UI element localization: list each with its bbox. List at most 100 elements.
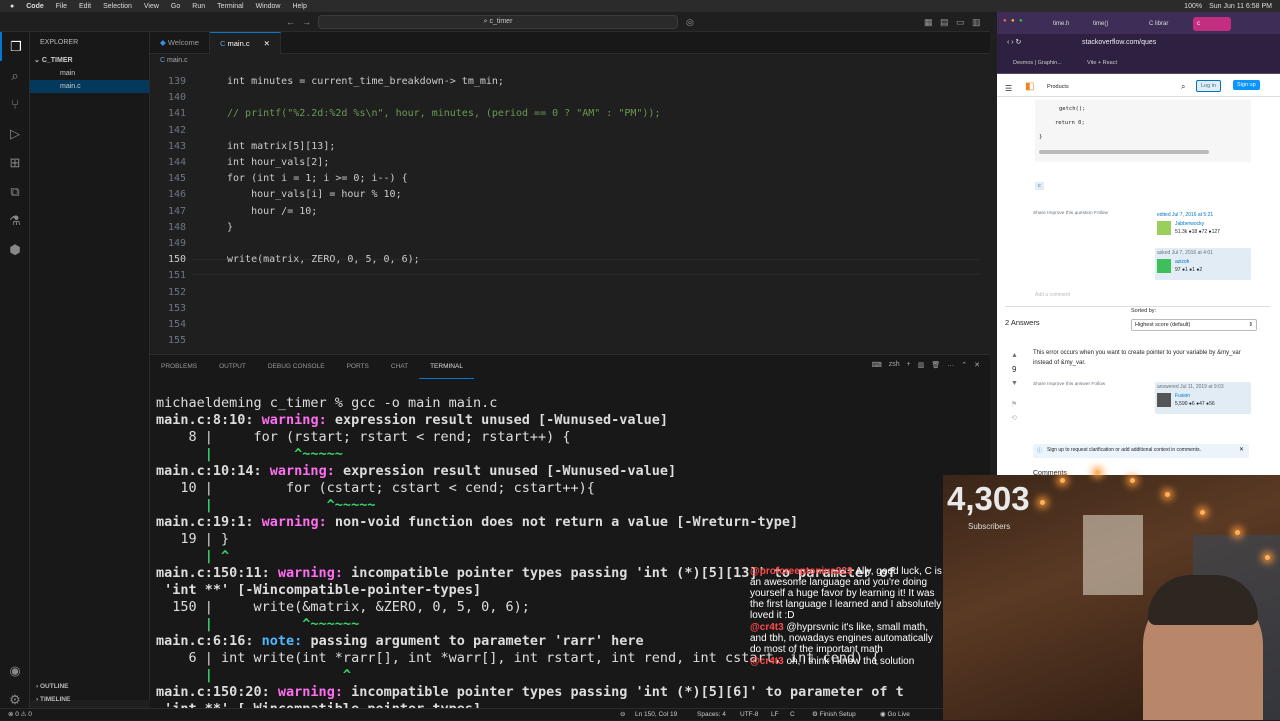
finish-setup[interactable]: ⚙ Finish Setup — [812, 709, 856, 721]
encoding[interactable]: UTF-8 — [740, 709, 758, 721]
tab-ports[interactable]: PORTS — [336, 355, 380, 379]
macos-menubar: ● Code File Edit Selection View Go Run T… — [0, 0, 1280, 12]
kill-terminal-icon[interactable]: 🗑 — [931, 361, 940, 369]
menu-terminal[interactable]: Terminal — [217, 3, 243, 10]
tab-welcome[interactable]: ◆ Welcome — [150, 32, 210, 54]
breadcrumb[interactable]: C main.c — [160, 55, 188, 67]
url-text[interactable]: stackoverflow.com/ques — [1082, 34, 1156, 52]
more-icon[interactable]: … — [947, 361, 954, 369]
sort-select[interactable]: Highest score (default) ⇕ — [1131, 319, 1257, 331]
toggle-panel-icon[interactable]: ▭ — [956, 16, 965, 28]
close-panel-icon[interactable]: ✕ — [974, 361, 980, 369]
zoom-window-dot[interactable]: ● — [1019, 18, 1023, 24]
search-icon[interactable]: ⌕ — [1181, 82, 1185, 92]
answerer-name[interactable]: Fusion — [1175, 393, 1190, 399]
question-actions[interactable]: Share Improve this question Follow — [1033, 211, 1108, 216]
answer-actions[interactable]: Share Improve this answer Follow — [1033, 382, 1105, 387]
timeline-section[interactable]: › TIMELINE — [30, 693, 150, 706]
battery-level[interactable]: 100% — [1184, 3, 1202, 10]
history-icon[interactable]: ⟲ — [1011, 414, 1017, 422]
search-icon[interactable]: ⌕ — [0, 61, 30, 90]
editor-name[interactable]: Jabberwocky — [1175, 221, 1204, 227]
code-scrollbar[interactable] — [1039, 150, 1209, 154]
tag-c[interactable]: c — [1035, 182, 1044, 190]
line-endings[interactable]: LF — [771, 709, 779, 721]
downvote-icon[interactable]: ▼ — [1011, 380, 1018, 387]
source-control-icon[interactable]: ⑂ — [0, 90, 30, 119]
back-arrow-icon[interactable]: ← — [286, 16, 295, 28]
edited-date[interactable]: edited Jul 7, 2016 at 5:21 — [1157, 212, 1213, 218]
avatar[interactable] — [1157, 221, 1171, 235]
app-menu[interactable]: Code — [26, 3, 44, 10]
address-bar[interactable]: ‹ › ↻ stackoverflow.com/ques — [997, 34, 1280, 52]
tab-terminal[interactable]: TERMINAL — [419, 355, 474, 379]
split-terminal-icon[interactable]: ▥ — [918, 361, 925, 369]
clock[interactable]: Sun Jun 11 6:58 PM — [1209, 3, 1272, 10]
close-icon[interactable]: ✕ — [1239, 446, 1244, 453]
toggle-sidebar-icon[interactable]: ▤ — [940, 16, 949, 28]
shell-label[interactable]: zsh — [889, 361, 900, 369]
docker-icon[interactable]: ⬢ — [0, 235, 30, 264]
explorer-icon[interactable]: ❐ — [0, 32, 30, 61]
folder-c-timer[interactable]: ⌄ C_TIMER — [30, 54, 149, 67]
menu-edit[interactable]: Edit — [79, 3, 91, 10]
close-window-dot[interactable]: ● — [1003, 18, 1007, 24]
menu-run[interactable]: Run — [192, 3, 205, 10]
add-comment-link[interactable]: Add a comment — [1035, 292, 1070, 298]
stackoverflow-logo[interactable]: ◧ — [1025, 81, 1034, 92]
login-button[interactable]: Log in — [1196, 80, 1221, 92]
tab-chat[interactable]: CHAT — [380, 355, 419, 379]
new-terminal-icon[interactable]: + — [907, 361, 911, 369]
browser-tab-time[interactable]: time() — [1089, 17, 1127, 31]
bookmark-desmos[interactable]: Desmos | Graphin... — [997, 60, 1062, 66]
close-icon[interactable]: ✕ — [264, 39, 270, 48]
menu-view[interactable]: View — [144, 3, 159, 10]
signup-button[interactable]: Sign up — [1233, 80, 1260, 90]
bookmark-icon[interactable]: ⚑ — [1011, 400, 1017, 408]
tab-problems[interactable]: PROBLEMS — [150, 355, 208, 379]
hamburger-menu-icon[interactable]: ☰ — [1005, 84, 1012, 93]
bookmark-vite[interactable]: Vite + React — [1087, 52, 1117, 74]
tab-output[interactable]: OUTPUT — [208, 355, 257, 379]
copilot-icon[interactable]: ◎ — [686, 16, 694, 28]
avatar[interactable] — [1157, 259, 1171, 273]
upvote-icon[interactable]: ▲ — [1011, 352, 1018, 359]
menu-window[interactable]: Window — [256, 3, 281, 10]
browser-tab-time-h[interactable]: time.h — [1049, 17, 1087, 31]
toggle-secondary-icon[interactable]: ▥ — [972, 16, 981, 28]
cursor-position[interactable]: Ln 150, Col 19 — [635, 709, 677, 721]
avatar[interactable] — [1157, 393, 1171, 407]
indentation[interactable]: Spaces: 4 — [697, 709, 726, 721]
menu-selection[interactable]: Selection — [103, 3, 132, 10]
testing-icon[interactable]: ⚗ — [0, 206, 30, 235]
browser-tab-c-library[interactable]: C librar — [1145, 17, 1183, 31]
file-main-c[interactable]: main.c — [30, 80, 149, 93]
tab-debug-console[interactable]: DEBUG CONSOLE — [257, 355, 336, 379]
menu-help[interactable]: Help — [292, 3, 306, 10]
code-editor[interactable]: 139 int minutes = current_time_breakdown-… — [150, 68, 980, 353]
apple-icon[interactable]: ● — [10, 3, 14, 10]
go-live[interactable]: ◉ Go Live — [880, 709, 910, 721]
products-link[interactable]: Products — [1047, 84, 1069, 90]
zoom-icon[interactable]: ⊖ — [620, 709, 625, 721]
nav-arrows-icon[interactable]: ‹ › ↻ — [997, 39, 1021, 46]
command-center-search[interactable]: ⌕ c_timer — [318, 15, 678, 29]
tab-main-c[interactable]: C main.c ✕ — [209, 32, 281, 54]
menu-file[interactable]: File — [56, 3, 67, 10]
outline-section[interactable]: › OUTLINE — [30, 680, 150, 693]
run-debug-icon[interactable]: ▷ — [0, 119, 30, 148]
account-icon[interactable]: ◉ — [0, 656, 30, 685]
forward-arrow-icon[interactable]: → — [302, 16, 311, 28]
browser-tab-active[interactable]: c — [1193, 17, 1231, 31]
problems-count[interactable]: ⊗ 0 ⚠ 0 — [8, 709, 32, 721]
layout-icon[interactable]: ▦ — [924, 16, 933, 28]
remote-icon[interactable]: ⧉ — [0, 177, 30, 206]
extensions-icon[interactable]: ⊞ — [0, 148, 30, 177]
minimize-window-dot[interactable]: ● — [1011, 18, 1015, 24]
terminal-output[interactable]: michaeldeming c_timer % gcc -o main main… — [156, 395, 986, 718]
menu-go[interactable]: Go — [171, 3, 180, 10]
language-mode[interactable]: C — [790, 709, 795, 721]
maximize-icon[interactable]: ⌃ — [961, 361, 967, 369]
file-main[interactable]: main — [30, 67, 149, 80]
asker-name[interactable]: azizoh — [1175, 259, 1189, 265]
